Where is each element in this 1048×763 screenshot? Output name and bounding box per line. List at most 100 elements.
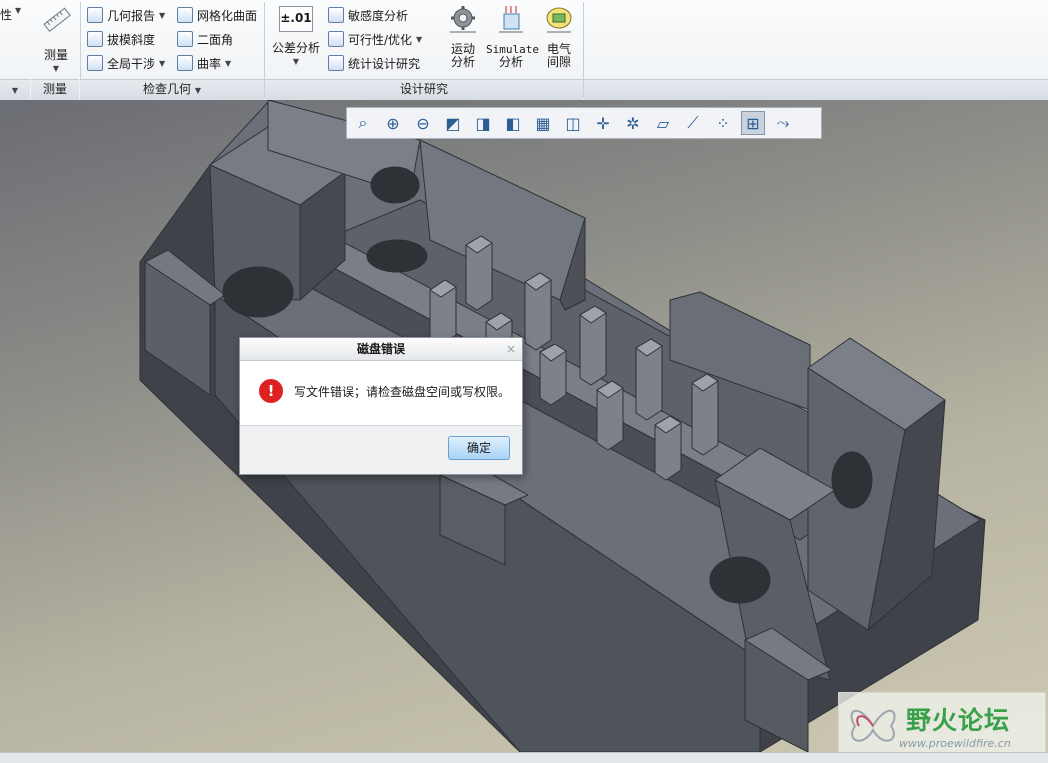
axis-display-icon: ⟋ [687,113,699,132]
dialog-titlebar[interactable]: 磁盘错误 × [240,338,522,361]
graphics-toolbar: ⌕ ⊕ ⊖ ◩ ◨ ◧ ▦ ◫ ✛ ✲ ▱ ⟋ ⁘ ⊞ ⤳ [346,107,822,139]
group-inspect-geometry-label: 检查几何 [143,82,192,96]
dialog-title: 磁盘错误 [356,342,405,356]
mesh-surface-icon [177,7,193,23]
group-bar-empty [584,79,1048,100]
partial-ribbon-item[interactable]: 性 ▼ [0,6,21,23]
csys-display-button[interactable]: ⊞ [741,111,765,135]
feasibility-label: 可行性/优化 [348,32,413,47]
simulate-analysis-button[interactable]: Simulate 分析 [486,4,539,69]
gear-icon [450,6,476,33]
plane-display-button[interactable]: ▱ [651,111,675,135]
chevron-down-icon: ▼ [225,58,232,68]
measure-button[interactable]: 测量 ▼ [38,4,74,75]
spin-center-icon: ✛ [596,113,610,133]
chevron-down-icon: ▼ [194,86,201,95]
view-manager-button[interactable]: ▦ [531,111,555,135]
display-style-button[interactable]: ◨ [471,111,495,135]
chevron-down-icon: ▼ [11,86,19,95]
refit-button[interactable]: ⌕ [351,111,375,135]
chevron-down-icon: ▼ [159,58,166,68]
draft-icon [87,31,103,47]
spin-center-button[interactable]: ✛ [591,111,615,135]
axis-display-button[interactable]: ⟋ [681,111,705,135]
status-bar [0,752,1048,763]
plane-display-icon: ▱ [656,113,670,133]
partial-ribbon-label: 性 [0,8,13,22]
group-measure-label: 测量 [42,82,67,96]
draft-button[interactable]: 拔模斜度 [87,28,155,50]
statistical-design-icon [328,55,344,71]
chevron-down-icon: ▼ [52,64,60,73]
graphics-area[interactable]: ⌕ ⊕ ⊖ ◩ ◨ ◧ ▦ ◫ ✛ ✲ ▱ ⟋ ⁘ ⊞ ⤳ [0,100,1048,752]
simulate-icon [499,6,523,33]
geometry-report-button[interactable]: 几何报告 ▼ [87,4,165,26]
forum-watermark: 野火论坛 www.proewildfire.cn [838,692,1046,756]
electrical-label-2: 间隙 [546,55,571,69]
point-display-icon: ⁘ [716,113,730,133]
saved-orientations-button[interactable]: ◧ [501,111,525,135]
statistical-design-button[interactable]: 统计设计研究 [328,52,420,74]
sensitivity-analysis-button[interactable]: 敏感度分析 [328,4,408,26]
group-bar-partial[interactable]: ▼ [0,79,30,100]
statistical-design-label: 统计设计研究 [348,56,421,71]
zoom-out-icon: ⊖ [416,113,430,133]
perspective-icon: ◫ [565,113,581,133]
point-display-button[interactable]: ⁘ [711,111,735,135]
curvature-label: 曲率 [197,56,222,71]
zoom-out-button[interactable]: ⊖ [411,111,435,135]
mesh-surface-button[interactable]: 网格化曲面 [177,4,257,26]
zoom-in-icon: ⊕ [386,113,400,133]
group-inspect-geometry[interactable]: 检查几何 ▼ [80,79,264,100]
curvature-button[interactable]: 曲率 ▼ [177,52,231,74]
sensitivity-label: 敏感度分析 [348,8,409,23]
chevron-down-icon: ▼ [292,57,300,66]
repaint-button[interactable]: ◩ [441,111,465,135]
feasibility-icon [328,31,344,47]
watermark-url: www.proewildfire.cn [899,737,1011,750]
chevron-down-icon: ▼ [15,6,22,15]
refit-icon: ⌕ [358,113,368,132]
global-interference-icon [87,55,103,71]
watermark-title: 野火论坛 [906,706,1011,735]
csys-display-icon: ⊞ [746,113,760,133]
ruler-icon [43,7,71,33]
dialog-body: ! 写文件错误；请检查磁盘空间或写权限。 [240,361,522,426]
feasibility-optimization-button[interactable]: 可行性/优化 ▼ [328,28,422,50]
repaint-icon: ◩ [445,113,461,133]
chevron-down-icon: ▼ [159,10,166,20]
geometry-report-icon [87,7,103,23]
curvature-icon [177,55,193,71]
datum-display-button[interactable]: ✲ [621,111,645,135]
disk-error-dialog: 磁盘错误 × ! 写文件错误；请检查磁盘空间或写权限。 确定 [239,337,523,475]
global-interference-button[interactable]: 全局干涉 ▼ [87,52,165,74]
dihedral-angle-icon [177,31,193,47]
motion-analysis-button[interactable]: 运动 分析 [444,4,482,69]
3d-model[interactable] [0,100,1048,752]
global-interference-label: 全局干涉 [107,56,156,71]
draft-label: 拔模斜度 [107,32,156,47]
electrical-clearance-button[interactable]: 电气 间隙 [540,4,578,69]
group-design-study-label: 设计研究 [399,82,448,96]
sensitivity-icon [328,7,344,23]
close-icon[interactable]: × [506,338,516,360]
motion-label-2: 分析 [450,55,475,69]
tolerance-analysis-button[interactable]: ±.01 公差分析 ▼ [270,4,322,68]
ribbon: 性 ▼ 测量 ▼ 几何报告 ▼ 拔模斜度 全局干涉 ▼ 网格化曲面 二面角 曲率… [0,0,1048,101]
tolerance-icon: ±.01 [279,6,313,32]
ok-button[interactable]: 确定 [448,436,510,460]
display-style-icon: ◨ [475,113,491,133]
group-design-study[interactable]: 设计研究 [265,79,583,100]
measure-label: 测量 [43,48,68,62]
datum-display-icon: ✲ [626,113,640,133]
tolerance-label: 公差分析 [271,41,320,55]
saved-orientations-icon: ◧ [505,113,521,133]
geometry-report-label: 几何报告 [107,8,156,23]
error-message: 写文件错误；请检查磁盘空间或写权限。 [294,385,511,399]
simulate-label-2: 分析 [498,55,523,69]
dihedral-angle-button[interactable]: 二面角 [177,28,233,50]
zoom-in-button[interactable]: ⊕ [381,111,405,135]
group-measure[interactable]: 测量 [31,79,79,100]
perspective-button[interactable]: ◫ [561,111,585,135]
annotation-display-button[interactable]: ⤳ [771,111,795,135]
